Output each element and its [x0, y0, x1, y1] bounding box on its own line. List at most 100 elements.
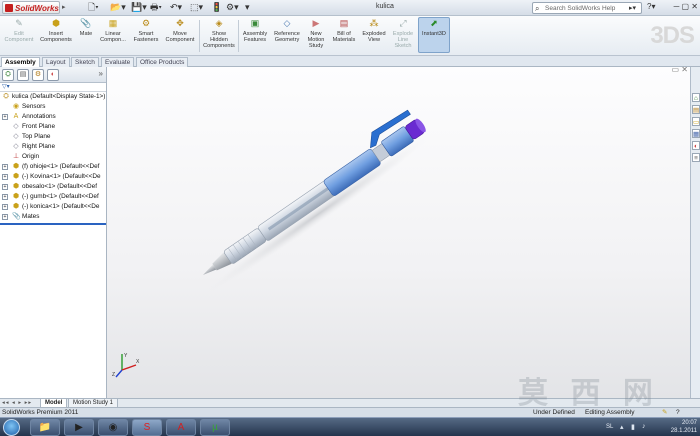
new-document-icon[interactable]: 🗋▾ — [88, 2, 99, 13]
tab-sketch[interactable]: Sketch — [71, 57, 99, 67]
undo-icon[interactable]: ↶▾ — [170, 2, 182, 13]
tree-item-part[interactable]: + ⬢ (-) gumb<1> (Default<<Def — [0, 192, 106, 202]
design-library-icon[interactable]: ▤ — [692, 105, 700, 114]
custom-properties-icon[interactable]: ≡ — [692, 153, 700, 162]
expand-icon[interactable]: + — [2, 114, 8, 120]
help-question-icon[interactable]: ?▾ — [647, 2, 655, 11]
pencil-shadow — [206, 137, 428, 293]
options-icon[interactable]: ⚙▾ — [226, 2, 239, 13]
tree-item-annotations[interactable]: + A Annotations — [0, 112, 106, 122]
graphics-viewport[interactable]: ⌕ ⌕ ↶ ▣ ◧▾ ◉▾ 👁▾ ◐▾ ▦▾ ▭ ✕ Y X Z — [107, 67, 690, 398]
view-palette-icon[interactable]: ▦ — [692, 129, 700, 138]
help-icon[interactable]: ? — [676, 408, 680, 417]
command-tabs: Assembly Layout Sketch Evaluate Office P… — [0, 56, 700, 67]
product-name: SolidWorks Premium 2011 — [2, 409, 79, 416]
expand-icon[interactable]: + — [2, 204, 8, 210]
expand-icon[interactable]: + — [2, 194, 8, 200]
filter-icon: ▽▾ — [2, 84, 10, 90]
feature-manager-tab-icon[interactable]: ⛭ — [2, 69, 14, 81]
mate-button[interactable]: 📎 Mate — [76, 18, 96, 37]
expand-icon[interactable]: + — [2, 174, 8, 180]
tree-filter[interactable]: ▽▾ — [0, 83, 106, 92]
network-icon[interactable]: ▮ — [631, 423, 635, 431]
configuration-manager-tab-icon[interactable]: ⚙ — [32, 69, 44, 81]
panel-tabs: ⛭ ▤ ⚙ ◐ » — [0, 67, 106, 83]
taskbar-chrome-icon[interactable]: ◉ — [98, 419, 128, 436]
start-button[interactable] — [3, 419, 20, 436]
expand-icon[interactable]: + — [2, 184, 8, 190]
edit-component-button[interactable]: ✎ Edit Component — [3, 18, 35, 43]
tree-item-part[interactable]: + ⬢ (f) ohioje<1> (Default<<Def — [0, 162, 106, 172]
reference-geometry-icon: ◇ — [283, 18, 291, 28]
language-indicator[interactable]: SL — [606, 424, 613, 430]
taskbar-explorer-icon[interactable]: 📁 — [30, 419, 60, 436]
assembly-features-button[interactable]: ▣ Assembly Features — [240, 18, 270, 43]
move-component-icon: ✥ — [176, 18, 184, 28]
expand-icon[interactable]: + — [2, 214, 8, 220]
appearances-icon[interactable]: ◐ — [692, 141, 700, 150]
solidworks-resources-icon[interactable]: ⌂ — [692, 93, 700, 102]
explode-line-icon: ⤢ — [399, 18, 407, 28]
instant3d-button[interactable]: ⬈ Instant3D — [418, 17, 450, 53]
linear-pattern-button[interactable]: ▦ Linear Compon... — [98, 18, 128, 43]
tab-scroll-arrows-icon[interactable]: ◂◂ ◂ ▸ ▸▸ — [2, 400, 32, 406]
part-icon: ⬢ — [12, 203, 20, 210]
window-controls[interactable]: ─ ▢ ✕ — [674, 2, 698, 11]
panel-expand-icon[interactable]: » — [99, 69, 103, 78]
assembly-icon: ⛭ — [3, 93, 9, 100]
viewport-close-icon[interactable]: ▭ ✕ — [672, 67, 688, 74]
taskbar-utorrent-icon[interactable]: µ — [200, 419, 230, 436]
taskbar-media-player-icon[interactable]: ▶ — [64, 419, 94, 436]
tray-expand-icon[interactable]: ▴ — [620, 423, 624, 431]
show-hidden-components-button[interactable]: ◈ Show Hidden Components — [201, 18, 237, 50]
property-manager-tab-icon[interactable]: ▤ — [17, 69, 29, 81]
taskbar-solidworks-icon[interactable]: S — [132, 419, 162, 436]
move-component-button[interactable]: ✥ Move Component — [163, 18, 197, 43]
tree-item-origin[interactable]: ⊥ Origin — [0, 152, 106, 162]
rebuild-icon[interactable]: 🚦 — [211, 2, 222, 13]
pencil-model[interactable] — [107, 67, 690, 398]
tree-item-right-plane[interactable]: ◇ Right Plane — [0, 142, 106, 152]
bill-of-materials-button[interactable]: ▤ Bill of Materials — [330, 18, 358, 43]
search-icon: ⌕ — [535, 4, 540, 13]
quick-access-more-icon[interactable]: ▾ — [245, 2, 250, 13]
reference-geometry-button[interactable]: ◇ Reference Geometry — [271, 18, 303, 43]
tree-item-part[interactable]: + ⬢ (-) Kovina<1> (Default<<De — [0, 172, 106, 182]
tree-item-part[interactable]: + ⬢ (-) konica<1> (Default<<De — [0, 202, 106, 212]
volume-icon[interactable]: ♪ — [642, 423, 646, 430]
clock-time: 20:07 — [681, 420, 697, 426]
tree-item-sensors[interactable]: ◉ Sensors — [0, 102, 106, 112]
explode-line-sketch-button[interactable]: ⤢ Explode Line Sketch — [389, 18, 417, 50]
tree-root[interactable]: ⛭ kulica (Default<Display State-1>) — [0, 92, 106, 102]
smart-fasteners-button[interactable]: ⚙ Smart Fasteners — [131, 18, 161, 43]
tree-item-front-plane[interactable]: ◇ Front Plane — [0, 122, 106, 132]
tab-office-products[interactable]: Office Products — [136, 57, 189, 67]
tab-assembly[interactable]: Assembly — [1, 57, 40, 67]
exploded-view-icon: ⁂ — [369, 18, 379, 28]
new-motion-study-button[interactable]: ▶ New Motion Study — [304, 18, 328, 50]
tree-item-part[interactable]: + ⬢ obesalo<1> (Default<<Def — [0, 182, 106, 192]
tab-evaluate[interactable]: Evaluate — [101, 57, 135, 67]
select-icon[interactable]: ⬚▾ — [190, 2, 203, 13]
solidworks-logo[interactable]: SolidWorks — [2, 1, 60, 14]
open-icon[interactable]: 📂▾ — [110, 2, 126, 13]
menu-arrow-icon[interactable]: ▸ — [62, 3, 66, 11]
tray-clock[interactable]: 20:07 28.1.2011 — [671, 419, 697, 435]
file-explorer-icon[interactable]: ▭ — [692, 117, 700, 126]
expand-icon[interactable]: + — [2, 164, 8, 170]
search-go-icon[interactable]: ▸▾ — [629, 4, 640, 13]
tree-item-top-plane[interactable]: ◇ Top Plane — [0, 132, 106, 142]
windows-taskbar: 📁 ▶ ◉ S A µ SL ▴ ▮ ♪ 20:07 28.1.2011 — [0, 417, 700, 436]
exploded-view-button[interactable]: ⁂ Exploded View — [360, 18, 388, 43]
tab-layout[interactable]: Layout — [42, 57, 70, 67]
taskbar-acrobat-icon[interactable]: A — [166, 419, 196, 436]
tooltip-toggle-icon[interactable]: ✎ — [662, 408, 667, 417]
rollback-bar[interactable] — [0, 223, 106, 225]
save-icon[interactable]: 💾▾ — [131, 2, 147, 13]
insert-components-button[interactable]: ⬢ Insert Components — [38, 18, 74, 43]
print-icon[interactable]: 🖶▾ — [150, 2, 162, 13]
smart-fasteners-icon: ⚙ — [141, 18, 151, 28]
display-manager-tab-icon[interactable]: ◐ — [47, 69, 59, 81]
help-search-input[interactable]: ⌕ Search SolidWorks Help ▸▾ — [532, 2, 642, 14]
tree-item-mates[interactable]: + 📎 Mates — [0, 212, 106, 222]
